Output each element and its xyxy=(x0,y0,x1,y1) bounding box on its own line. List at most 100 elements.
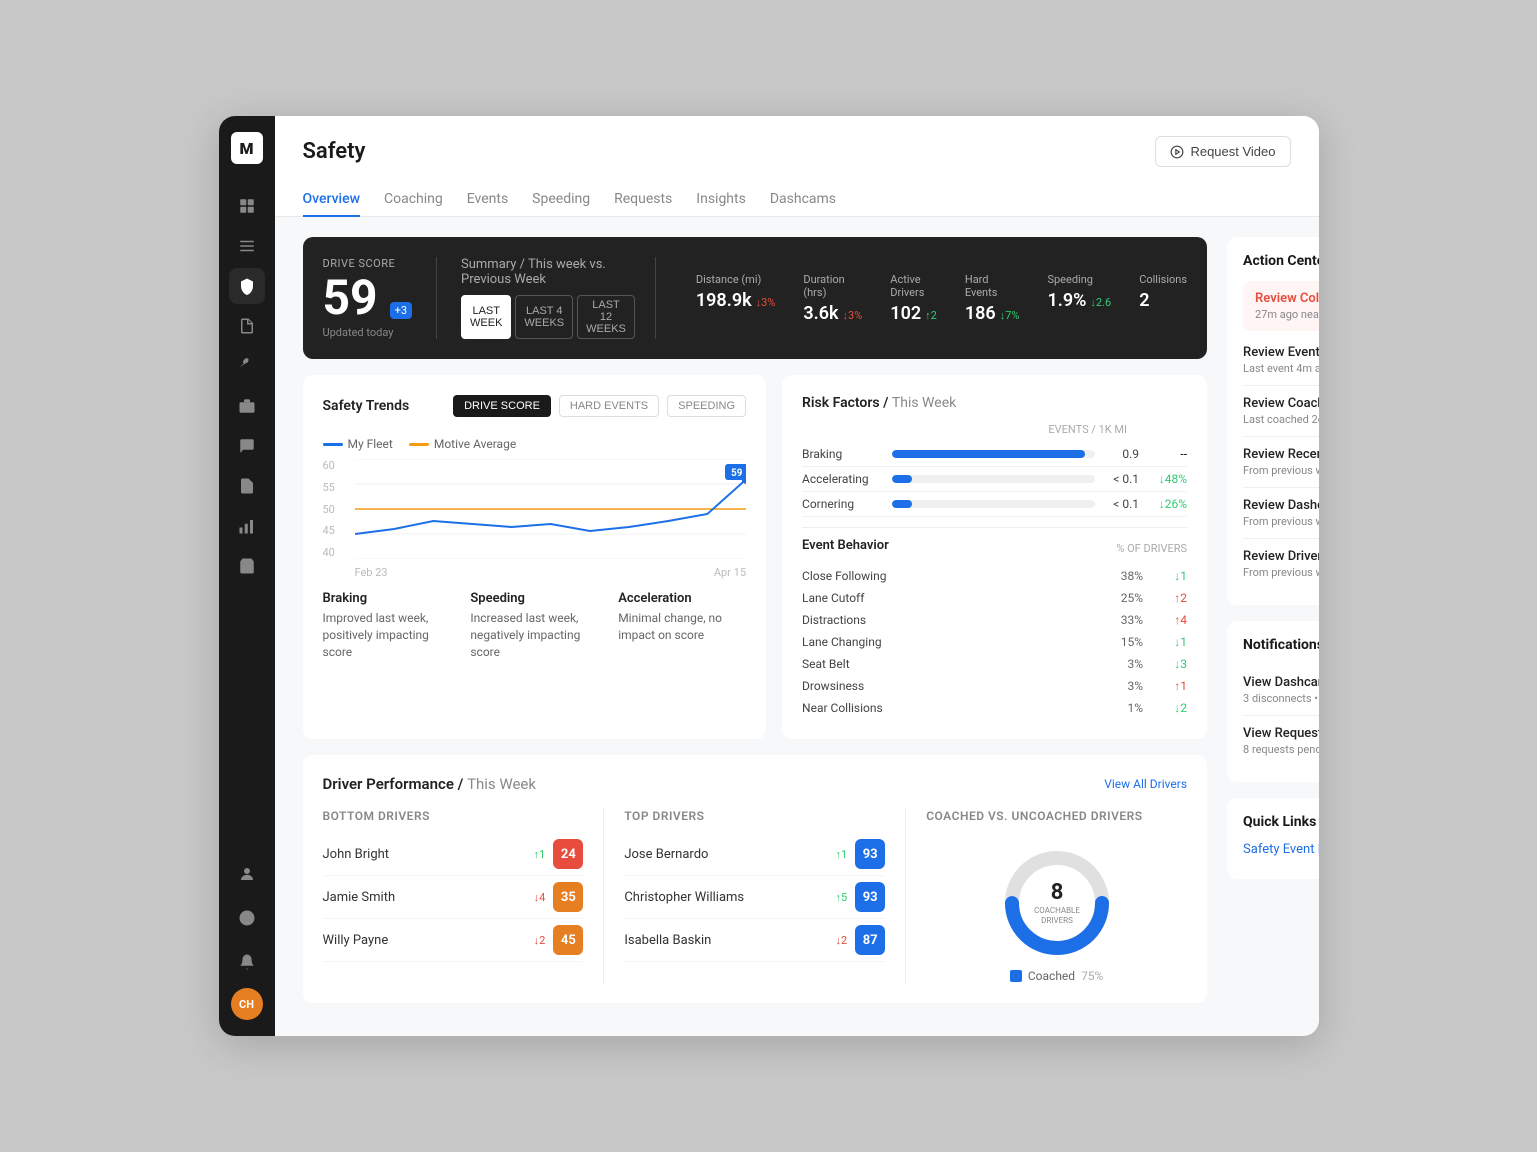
score-badge-john: 24 xyxy=(553,839,583,869)
driver-john-bright: John Bright ↑1 24 xyxy=(323,833,584,876)
tab-insights[interactable]: Insights xyxy=(696,183,746,217)
sidebar-item-reports[interactable] xyxy=(229,308,265,344)
sidebar-item-messages[interactable] xyxy=(229,428,265,464)
safety-trends-tabs: DRIVE SCORE HARD EVENTS SPEEDING xyxy=(453,395,746,417)
tab-speeding[interactable]: Speeding xyxy=(532,183,590,217)
sidebar-item-assets[interactable] xyxy=(229,388,265,424)
insight-speeding: Speeding Increased last week, negatively… xyxy=(470,591,598,660)
summary-title: Summary / This week vs. Previous Week xyxy=(461,257,635,287)
sidebar-bottom: CH xyxy=(229,856,265,1020)
bottom-drivers-col: Bottom Drivers John Bright ↑1 24 Jamie S… xyxy=(323,809,605,983)
request-video-label: Request Video xyxy=(1190,144,1275,159)
updated-text: Updated today xyxy=(323,326,413,339)
tab-events[interactable]: Events xyxy=(467,183,508,217)
time-btn-last-12-weeks[interactable]: LAST 12 WEEKS xyxy=(577,295,635,339)
action-item-review-drivers[interactable]: Review Drivers to Coach From previous we… xyxy=(1243,539,1318,589)
content-area: DRIVE Score 59 +3 Updated today Summary … xyxy=(275,217,1319,1036)
action-center-card: Action Center Review Collision 27m ago n… xyxy=(1227,237,1318,605)
header: Safety Request Video Overview Coaching E… xyxy=(275,116,1319,217)
risk-row-accelerating: Accelerating < 0.1 ↓48% xyxy=(802,467,1187,492)
sidebar-item-tools[interactable] xyxy=(229,348,265,384)
event-close-following: Close Following 38% ↓1 xyxy=(802,565,1187,587)
sidebar-item-notifications[interactable] xyxy=(229,944,265,980)
quick-links-card: Quick Links Safety Event Report xyxy=(1227,798,1318,879)
svg-text:8: 8 xyxy=(1050,880,1063,905)
event-lane-changing: Lane Changing 15% ↓1 xyxy=(802,631,1187,653)
card-tab-drive-score[interactable]: DRIVE SCORE xyxy=(453,395,551,417)
action-item-review-dashcam[interactable]: Review Dashcam Issues From previous week… xyxy=(1243,488,1318,539)
legend-dot-fleet xyxy=(323,443,343,446)
risk-bar-braking xyxy=(892,450,1085,458)
score-badge-isabella: 87 xyxy=(855,925,885,955)
collision-alert-subtitle: 27m ago near Fairfield, CA xyxy=(1255,308,1318,321)
quick-link-safety-event-report[interactable]: Safety Event Report xyxy=(1243,842,1318,857)
event-behavior-subtitle: % OF DRIVERS xyxy=(1116,542,1187,555)
notif-dashcam-updates[interactable]: View Dashcam Updates 3 disconnects • 2 i… xyxy=(1243,665,1318,716)
drive-score-value: 59 xyxy=(323,274,378,322)
sidebar-item-dashboard[interactable] xyxy=(229,188,265,224)
driver-performance-header: Driver Performance / This Week View All … xyxy=(323,775,1188,793)
insight-braking: Braking Improved last week, positively i… xyxy=(323,591,451,660)
risk-header: EVENTS / 1K MI xyxy=(802,423,1187,436)
risk-bar-cornering xyxy=(892,500,912,508)
time-btn-last-week[interactable]: LAST WEEK xyxy=(461,295,511,339)
view-all-drivers-link[interactable]: View All Drivers xyxy=(1104,777,1187,791)
sidebar-item-list[interactable] xyxy=(229,228,265,264)
sidebar-item-shop[interactable] xyxy=(229,548,265,584)
x-axis-labels: Feb 23Apr 15 xyxy=(355,566,747,579)
stat-active-drivers: Active Drivers 102 ↑2 xyxy=(890,273,937,324)
coached-uncoached-col: Coached vs. Uncoached Drivers 8 COACHABL… xyxy=(926,809,1187,983)
sidebar-item-help[interactable] xyxy=(229,900,265,936)
sidebar-item-safety[interactable] xyxy=(229,268,265,304)
stat-hard-events: Hard Events 186 ↓7% xyxy=(965,273,1020,324)
tab-dashcams[interactable]: Dashcams xyxy=(770,183,836,217)
chart-area: 6055504540 xyxy=(323,459,747,579)
score-badge-christopher: 93 xyxy=(855,882,885,912)
sidebar-item-documents[interactable] xyxy=(229,468,265,504)
event-drowsiness: Drowsiness 3% ↑1 xyxy=(802,675,1187,697)
action-item-review-coachable[interactable]: Review Coachable Events Last coached 2d … xyxy=(1243,386,1318,437)
card-tab-hard-events[interactable]: HARD EVENTS xyxy=(559,395,659,417)
avatar[interactable]: CH xyxy=(231,988,263,1020)
score-badge-jose: 93 xyxy=(855,839,885,869)
event-distractions: Distractions 33% ↑4 xyxy=(802,609,1187,631)
sidebar-item-user[interactable] xyxy=(229,856,265,892)
insight-acceleration: Acceleration Minimal change, no impact o… xyxy=(618,591,746,660)
main-column: DRIVE Score 59 +3 Updated today Summary … xyxy=(303,237,1208,1016)
driver-jamie-smith: Jamie Smith ↓4 35 xyxy=(323,876,584,919)
event-behavior-title: Event Behavior xyxy=(802,538,889,553)
insights-row: Braking Improved last week, positively i… xyxy=(323,591,747,660)
main-content: Safety Request Video Overview Coaching E… xyxy=(275,116,1319,1036)
tab-coaching[interactable]: Coaching xyxy=(384,183,443,217)
request-video-button[interactable]: Request Video xyxy=(1155,136,1290,167)
tab-overview[interactable]: Overview xyxy=(303,183,360,217)
legend-my-fleet: My Fleet xyxy=(323,437,393,451)
action-item-review-events[interactable]: Review Events Last event 4m ago 7 xyxy=(1243,335,1318,386)
card-tab-speeding[interactable]: SPEEDING xyxy=(667,395,746,417)
risk-row-braking: Braking 0.9 -- xyxy=(802,442,1187,467)
header-top: Safety Request Video xyxy=(303,136,1291,167)
stat-distance: Distance (mi) 198.9k ↓3% xyxy=(696,273,776,324)
notifications-title: Notifications xyxy=(1243,637,1318,653)
action-item-review-speeding[interactable]: Review Recent Speeding From previous wee… xyxy=(1243,437,1318,488)
summary-stats: Summary / This week vs. Previous Week LA… xyxy=(437,257,1187,339)
time-btn-last-4-weeks[interactable]: LAST 4 WEEKS xyxy=(515,295,573,339)
tab-requests[interactable]: Requests xyxy=(614,183,672,217)
driver-isabella-baskin: Isabella Baskin ↓2 87 xyxy=(624,919,885,962)
summary-card: DRIVE Score 59 +3 Updated today Summary … xyxy=(303,237,1208,359)
sidebar: M xyxy=(219,116,275,1036)
risk-row-cornering: Cornering < 0.1 ↓26% xyxy=(802,492,1187,517)
stat-speeding: Speeding 1.9% ↓2.6 xyxy=(1047,273,1111,324)
nav-tabs: Overview Coaching Events Speeding Reques… xyxy=(303,183,1291,216)
risk-items: Braking 0.9 -- Accelerating < 0.1 ↓48% xyxy=(802,442,1187,517)
event-lane-cutoff: Lane Cutoff 25% ↑2 xyxy=(802,587,1187,609)
sidebar-item-analytics[interactable] xyxy=(229,508,265,544)
safety-trends-title: Safety Trends xyxy=(323,398,410,414)
collision-alert-title: Review Collision xyxy=(1255,291,1318,306)
driver-christopher-williams: Christopher Williams ↑5 93 xyxy=(624,876,885,919)
notif-requested-videos[interactable]: View Requested Videos 8 requests pending… xyxy=(1243,716,1318,766)
app-logo: M xyxy=(231,132,263,164)
score-badge-jamie: 35 xyxy=(553,882,583,912)
chart-svg-area: 59 xyxy=(355,459,747,559)
right-panel: Action Center Review Collision 27m ago n… xyxy=(1227,237,1318,1016)
